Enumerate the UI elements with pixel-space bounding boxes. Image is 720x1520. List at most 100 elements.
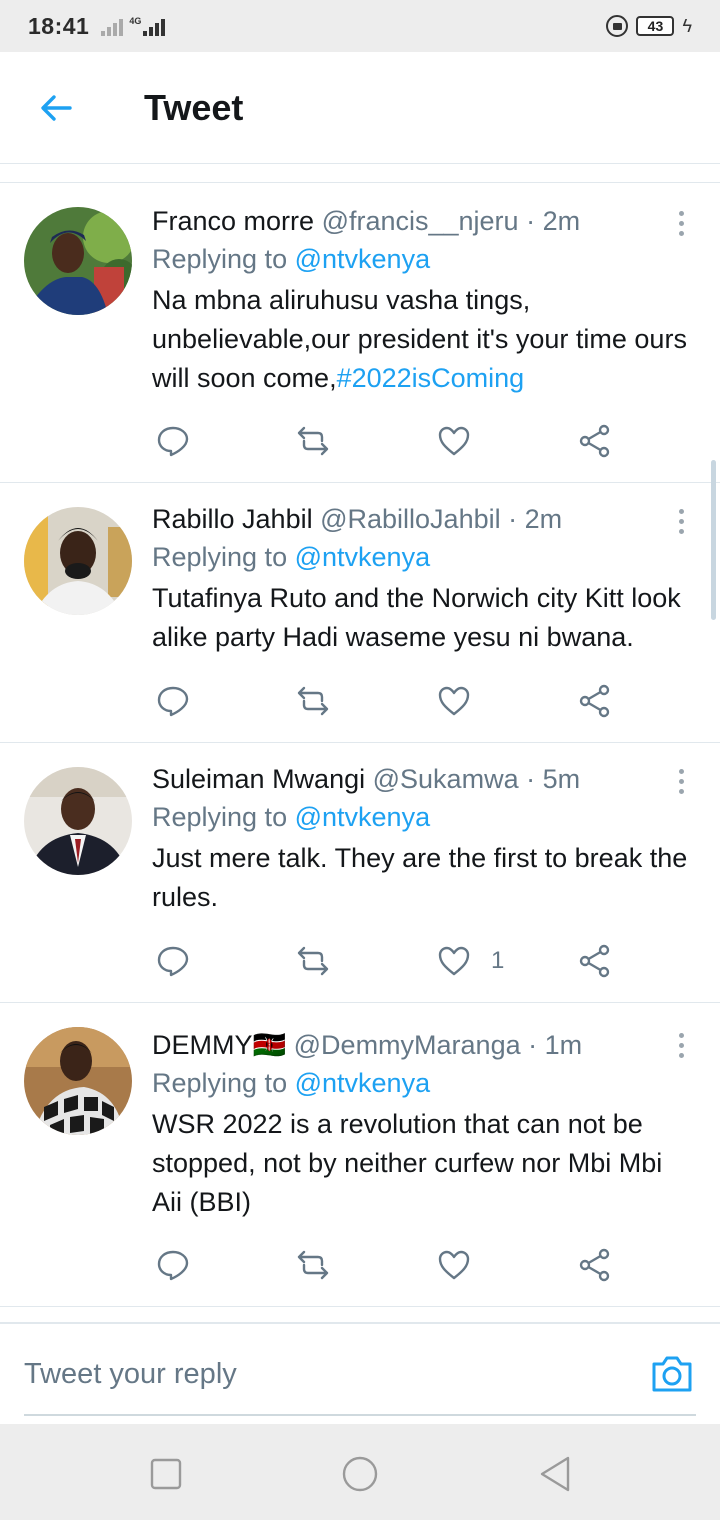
reply-composer[interactable]: Tweet your reply [0, 1322, 720, 1424]
replying-to-line: Replying to @ntvkenya [152, 239, 688, 279]
tweet-text-content: Tutafinya Ruto and the Norwich city Kitt… [152, 583, 681, 652]
reply-icon [157, 686, 189, 717]
like-icon [438, 946, 470, 976]
camera-button[interactable] [650, 1354, 694, 1394]
more-options-button[interactable] [676, 1033, 686, 1058]
tweet-author-handle[interactable]: @francis__njeru [322, 206, 519, 236]
tweet-author-name[interactable]: Rabillo Jahbil [152, 504, 313, 534]
home-button[interactable] [340, 1454, 380, 1494]
separator-dot: · [508, 504, 518, 534]
like-icon [438, 686, 470, 716]
separator-dot: · [528, 1030, 538, 1060]
replying-to-label: Replying to [152, 244, 288, 274]
retweet-button[interactable] [296, 421, 330, 461]
status-bar: 18:41 4G 43 ϟ [0, 0, 720, 52]
tweet-text: Tutafinya Ruto and the Norwich city Kitt… [152, 579, 688, 657]
tweet-author-handle[interactable]: @DemmyMaranga [294, 1030, 521, 1060]
more-vertical-icon [678, 211, 684, 216]
like-button[interactable] [437, 681, 491, 721]
retweet-icon [297, 1250, 329, 1280]
avatar[interactable] [24, 767, 132, 875]
more-options-button[interactable] [676, 211, 686, 236]
tweet-item[interactable]: Rabillo Jahbil @RabilloJahbil · 2m Reply… [0, 483, 720, 743]
reply-button[interactable] [156, 1245, 190, 1285]
tweet-time: 2m [524, 504, 563, 534]
mention-link[interactable]: @ntvkenya [295, 802, 430, 832]
tweet-item[interactable]: Suleiman Mwangi @Sukamwa · 5m Replying t… [0, 743, 720, 1003]
recents-button[interactable] [146, 1454, 186, 1494]
tweet-author-handle[interactable]: @RabilloJahbil [320, 504, 501, 534]
reply-button[interactable] [156, 421, 190, 461]
share-icon [579, 1248, 610, 1282]
tweet-actions [152, 681, 622, 721]
reply-icon [157, 1250, 189, 1281]
share-button[interactable] [578, 1245, 612, 1285]
tweet-item[interactable]: Franco morre @francis__njeru · 2m Replyi… [0, 183, 720, 483]
avatar[interactable] [24, 207, 132, 315]
tweet-header: Rabillo Jahbil @RabilloJahbil · 2m [152, 501, 688, 537]
tweet-author-handle[interactable]: @Sukamwa [373, 764, 519, 794]
more-options-button[interactable] [676, 769, 686, 794]
more-vertical-icon [678, 769, 684, 774]
circle-nav-icon [342, 1456, 378, 1492]
retweet-icon [297, 426, 329, 456]
avatar[interactable] [24, 1027, 132, 1135]
share-button[interactable] [578, 941, 612, 981]
more-options-button[interactable] [676, 509, 686, 534]
share-button[interactable] [578, 681, 612, 721]
retweet-button[interactable] [296, 681, 330, 721]
tweet-text-content: Just mere talk. They are the first to br… [152, 843, 688, 912]
back-button[interactable] [24, 76, 88, 140]
battery-indicator: 43 [636, 16, 675, 36]
network-type-label: 4G [129, 16, 142, 26]
tweet-header: Franco morre @francis__njeru · 2m [152, 203, 688, 239]
replying-to-label: Replying to [152, 802, 288, 832]
reply-button[interactable] [156, 941, 190, 981]
like-icon [438, 426, 470, 456]
share-icon [579, 944, 610, 978]
retweet-button[interactable] [296, 1245, 330, 1285]
reply-icon [157, 946, 189, 977]
replying-to-line: Replying to @ntvkenya [152, 1063, 688, 1103]
reply-button[interactable] [156, 681, 190, 721]
charging-icon: ϟ [682, 15, 692, 36]
mention-link[interactable]: @ntvkenya [295, 542, 430, 572]
reply-input[interactable]: Tweet your reply [24, 1358, 237, 1391]
retweet-icon [297, 946, 329, 976]
back-nav-button[interactable] [536, 1454, 576, 1494]
tweet-header: DEMMY🇰🇪 @DemmyMaranga · 1m [152, 1027, 688, 1063]
like-button[interactable]: 1 [437, 941, 504, 981]
hashtag-link[interactable]: #2022isComing [337, 363, 525, 393]
replying-to-line: Replying to @ntvkenya [152, 797, 688, 837]
tweet-text-content: WSR 2022 is a revolution that can not be… [152, 1109, 663, 1217]
share-icon [579, 684, 610, 718]
replying-to-line: Replying to @ntvkenya [152, 537, 688, 577]
page-title: Tweet [144, 86, 244, 128]
square-nav-icon [150, 1458, 182, 1490]
replying-to-label: Replying to [152, 542, 288, 572]
retweet-button[interactable] [296, 941, 330, 981]
signal-strength-icon [143, 16, 166, 36]
separator-dot: · [526, 206, 536, 236]
tweet-author-name[interactable]: Suleiman Mwangi [152, 764, 365, 794]
tweet-author-name[interactable]: DEMMY [152, 1030, 253, 1060]
avatar[interactable] [24, 507, 132, 615]
kenya-flag-emoji: 🇰🇪 [252, 1030, 287, 1060]
like-button[interactable] [437, 1245, 491, 1285]
tweet-text: Na mbna aliruhusu vasha tings, unbelieva… [152, 281, 688, 398]
mention-link[interactable]: @ntvkenya [295, 244, 430, 274]
status-time: 18:41 [28, 12, 90, 39]
mention-link[interactable]: @ntvkenya [295, 1068, 430, 1098]
triangle-nav-icon [540, 1456, 570, 1492]
like-button[interactable] [437, 421, 491, 461]
separator-dot: · [526, 764, 536, 794]
share-button[interactable] [578, 421, 612, 461]
tweet-author-name[interactable]: Franco morre [152, 206, 314, 236]
tweet-actions [152, 421, 622, 461]
tweet-item[interactable]: DEMMY🇰🇪 @DemmyMaranga · 1m Replying to @… [0, 1003, 720, 1307]
scrollbar[interactable] [711, 460, 716, 620]
replying-to-label: Replying to [152, 1068, 288, 1098]
tweet-time: 1m [544, 1030, 583, 1060]
retweet-icon [297, 686, 329, 716]
tweet-header: Suleiman Mwangi @Sukamwa · 5m [152, 761, 688, 797]
